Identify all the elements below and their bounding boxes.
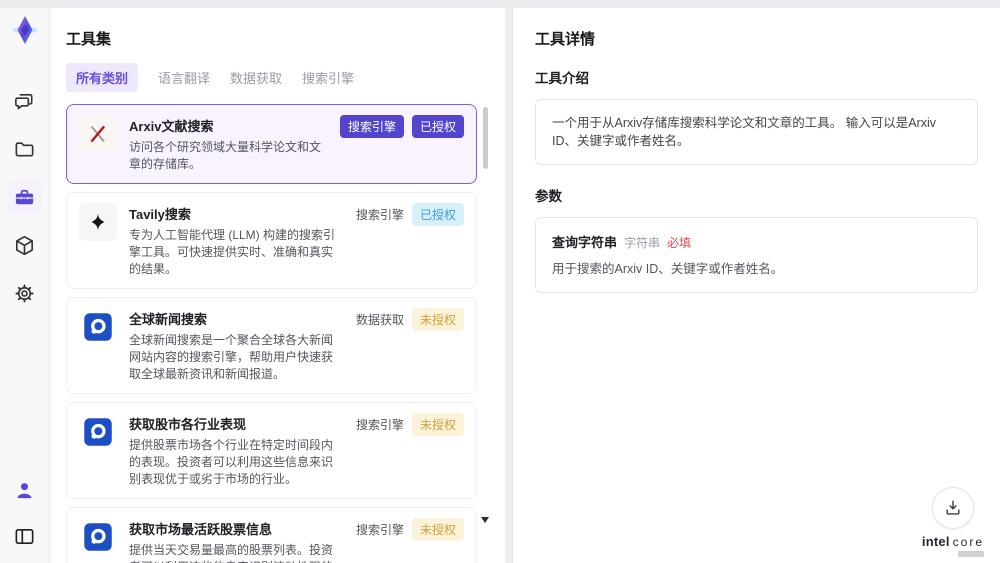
auth-status-badge: 未授权 — [411, 413, 464, 436]
brand-primary: intel — [921, 534, 950, 549]
category-tab-所有类别[interactable]: 所有类别 — [66, 63, 139, 92]
intro-text: 一个用于从Arxiv存储库搜索科学论文和文章的工具。 输入可以是Arxiv ID… — [552, 116, 937, 148]
sidebar-item-files[interactable] — [8, 132, 42, 166]
toolbox-icon — [13, 186, 36, 209]
tool-name: 获取市场最活跃股票信息 — [129, 522, 273, 537]
panel-divider — [505, 8, 513, 563]
tool-name: 全球新闻搜索 — [129, 312, 208, 327]
param-type: 字符串 — [624, 236, 661, 250]
category-badge: 搜索引擎 — [355, 418, 404, 432]
tool-name: 获取股市各行业表现 — [129, 417, 247, 432]
sidebar-item-chat[interactable] — [8, 84, 42, 118]
tool-name: Arxiv文献搜索 — [129, 119, 214, 134]
sidebar-item-packages[interactable] — [8, 228, 42, 262]
param-required-badge: 必填 — [667, 236, 692, 250]
sidebar-item-tools[interactable] — [7, 180, 42, 214]
tool-card[interactable]: 获取市场最活跃股票信息 提供当天交易量最高的股票列表。投资者可以利用这些信息来识… — [66, 507, 477, 563]
tool-description: 专为人工智能代理 (LLM) 构建的搜索引擎工具。可快速提供实时、准确和真实的结… — [129, 228, 336, 276]
auth-status-badge: 已授权 — [411, 115, 464, 138]
tool-card[interactable]: Tavily搜索 专为人工智能代理 (LLM) 构建的搜索引擎工具。可快速提供实… — [66, 192, 477, 289]
news-search-icon — [79, 308, 117, 346]
scrollbar-thumb[interactable] — [483, 107, 488, 169]
tool-card[interactable]: 全球新闻搜索 全球新闻搜索是一个聚合全球各大新闻网站内容的搜索引擎，帮助用户快速… — [66, 297, 477, 394]
auth-status-badge: 未授权 — [411, 518, 464, 541]
category-tab-数据获取[interactable]: 数据获取 — [230, 63, 282, 92]
tools-panel: 工具集 所有类别 语言翻译 数据获取 搜索引擎 Arxiv文献搜索 访问各个研究领域大… — [50, 8, 505, 563]
param-box: 查询字符串 字符串 必填 用于搜索的Arxiv ID、关键字或作者姓名。 — [535, 217, 978, 293]
download-button[interactable] — [931, 487, 974, 529]
params-heading: 参数 — [535, 189, 562, 204]
tool-card[interactable]: Arxiv文献搜索 访问各个研究领域大量科学论文和文章的存储库。 搜索引擎 已授… — [66, 104, 477, 184]
param-name: 查询字符串 — [552, 235, 618, 250]
param-description: 用于搜索的Arxiv ID、关键字或作者姓名。 — [552, 262, 784, 276]
tool-card[interactable]: 获取股市各行业表现 提供股票市场各个行业在特定时间段内的表现。投资者可以利用这些… — [66, 402, 477, 499]
settings-icon — [13, 282, 36, 305]
tool-description: 全球新闻搜索是一个聚合全球各大新闻网站内容的搜索引擎，帮助用户快速获取全球最新资… — [129, 333, 334, 381]
category-tab-搜索引擎[interactable]: 搜索引擎 — [302, 63, 354, 92]
detail-panel: 工具详情 工具介绍 一个用于从Arxiv存储库搜索科学论文和文章的工具。 输入可… — [513, 8, 1000, 563]
brand-secondary: core — [952, 535, 984, 549]
scroll-down-arrow[interactable] — [481, 517, 489, 523]
tool-description: 提供当天交易量最高的股票列表。投资者可以利用这些信息来识别流动性强的股票和潜在的… — [129, 543, 334, 563]
auth-status-badge: 已授权 — [411, 203, 464, 226]
brand-logo: intel core — [922, 534, 984, 557]
sidebar-nav — [7, 84, 42, 310]
collapse-panel-button[interactable] — [8, 519, 42, 553]
app-frame: 工具集 所有类别 语言翻译 数据获取 搜索引擎 Arxiv文献搜索 访问各个研究领域大… — [0, 8, 1000, 563]
param-header: 查询字符串 字符串 必填 — [552, 232, 961, 251]
gem-logo-icon — [7, 12, 43, 48]
user-icon — [13, 479, 36, 502]
category-tab-语言翻译[interactable]: 语言翻译 — [158, 63, 210, 92]
panel-toggle-icon — [13, 525, 36, 548]
category-badge: 搜索引擎 — [355, 523, 404, 537]
page-title: 工具集 — [66, 31, 112, 48]
tavily-star-icon — [79, 203, 117, 241]
category-badge: 数据获取 — [355, 313, 404, 327]
package-icon — [13, 234, 36, 257]
news-search-icon — [79, 518, 117, 556]
tool-name: Tavily搜索 — [129, 207, 191, 222]
category-tabs: 所有类别 语言翻译 数据获取 搜索引擎 — [66, 63, 489, 92]
category-badge: 搜索引擎 — [339, 115, 404, 138]
category-badge: 搜索引擎 — [355, 208, 404, 222]
auth-status-badge: 未授权 — [411, 308, 464, 331]
folder-icon — [13, 138, 36, 161]
detail-title: 工具详情 — [535, 31, 596, 48]
tool-list: Arxiv文献搜索 访问各个研究领域大量科学论文和文章的存储库。 搜索引擎 已授… — [66, 104, 489, 563]
intro-box: 一个用于从Arxiv存储库搜索科学论文和文章的工具。 输入可以是Arxiv ID… — [535, 99, 978, 165]
intro-heading: 工具介绍 — [535, 71, 589, 86]
corner-tools: intel core — [922, 487, 984, 557]
brand-bar — [958, 551, 984, 557]
sidebar-item-settings[interactable] — [8, 276, 42, 310]
news-search-icon — [79, 413, 117, 451]
app-window: 工具集 所有类别 语言翻译 数据获取 搜索引擎 Arxiv文献搜索 访问各个研究领域大… — [0, 0, 1000, 563]
chat-icon — [13, 90, 36, 113]
sidebar — [0, 8, 50, 563]
user-account-button[interactable] — [8, 473, 42, 507]
download-icon — [943, 498, 963, 518]
tool-description: 访问各个研究领域大量科学论文和文章的存储库。 — [129, 140, 322, 171]
tool-description: 提供股票市场各个行业在特定时间段内的表现。投资者可以利用这些信息来识别表现优于或… — [129, 438, 334, 486]
sidebar-bottom — [8, 473, 42, 553]
arxiv-logo-icon — [79, 115, 117, 153]
